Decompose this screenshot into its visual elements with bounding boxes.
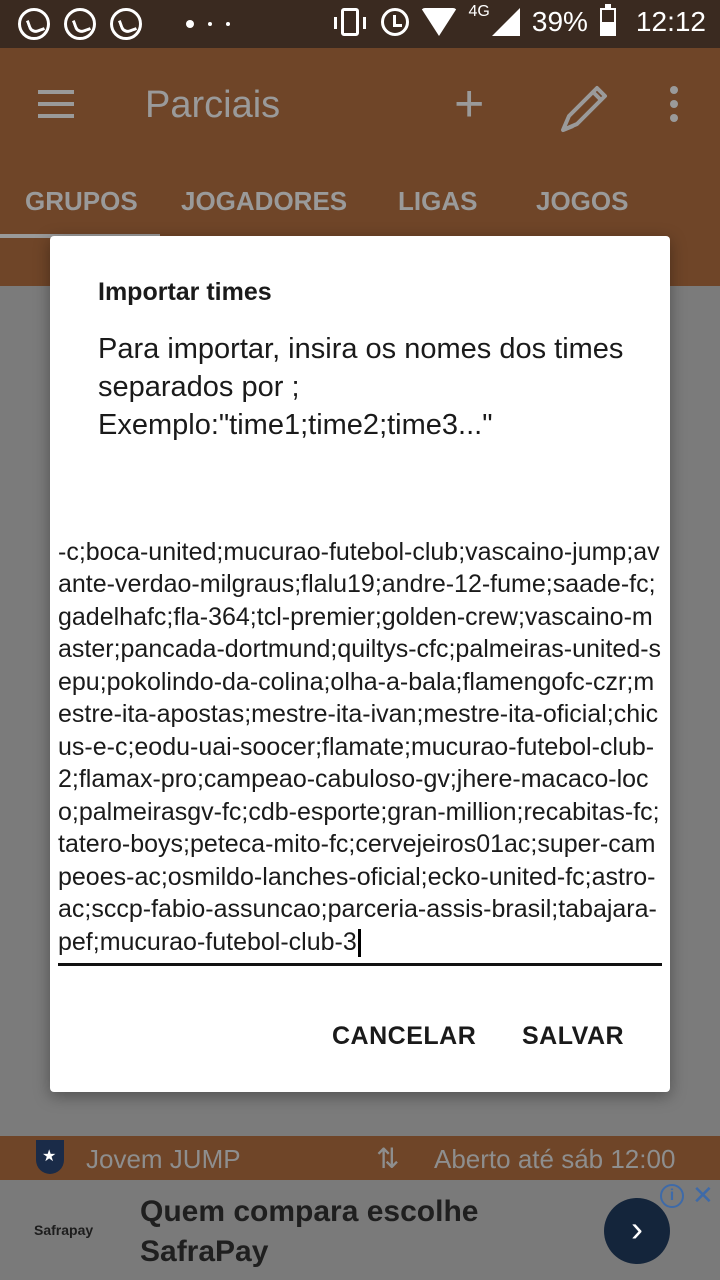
system-icons: 4G 39% 12:12	[333, 3, 706, 38]
clock: 12:12	[635, 6, 706, 37]
tab-ligas[interactable]: LIGAS	[398, 186, 477, 217]
team-shield-icon	[36, 1140, 64, 1174]
group-status: Aberto até sáb 12:00	[434, 1144, 676, 1174]
whatsapp-icon	[110, 8, 142, 40]
notification-icons	[18, 8, 230, 40]
tab-bar: GRUPOS JOGADORES LIGAS JOGOS	[0, 178, 720, 238]
ad-brand-logo: Safrapay	[34, 1222, 94, 1238]
tab-jogadores[interactable]: JOGADORES	[181, 186, 347, 217]
status-bar: 4G 39% 12:12	[0, 0, 720, 48]
dialog-title: Importar times	[98, 278, 272, 306]
dialog-message: Para importar, insira os nomes dos times…	[98, 333, 624, 441]
notification-dot-icon	[226, 22, 230, 26]
signal-icon	[491, 8, 520, 36]
menu-icon[interactable]	[38, 90, 74, 118]
edit-icon[interactable]	[555, 78, 615, 138]
tab-grupos[interactable]: GRUPOS	[25, 186, 138, 217]
cancel-button[interactable]: CANCELAR	[332, 1022, 476, 1051]
ad-arrow-icon[interactable]: ›	[604, 1198, 670, 1264]
vibrate-icon	[333, 8, 366, 36]
input-underline	[58, 963, 662, 966]
more-options-icon[interactable]	[670, 86, 678, 122]
add-button[interactable]: +	[454, 78, 484, 130]
page-title: Parciais	[145, 84, 281, 126]
group-row[interactable]: Jovem JUMP ⇅ Aberto até sáb 12:00	[0, 1136, 720, 1180]
teams-input-value: -c;boca-united;mucurao-futebol-club;vasc…	[58, 537, 662, 957]
swap-icon: ⇅	[376, 1143, 400, 1174]
whatsapp-icon	[64, 8, 96, 40]
notification-dot-icon	[208, 22, 212, 26]
battery-percent: 39%	[531, 6, 588, 37]
ad-banner[interactable]: Safrapay Quem compara escolhe SafraPay ›…	[0, 1180, 720, 1280]
import-teams-dialog: Importar times Para importar, insira os …	[50, 236, 670, 1092]
whatsapp-icon	[18, 8, 50, 40]
app-toolbar: Parciais + GRUPOS JOGADORES LIGAS JOGOS	[0, 48, 720, 240]
alarm-icon	[380, 8, 409, 36]
ad-info-icon[interactable]: i	[660, 1184, 684, 1208]
text-caret	[357, 928, 361, 957]
notification-dot-icon	[186, 20, 194, 28]
battery-icon	[599, 4, 616, 36]
save-button[interactable]: SALVAR	[522, 1022, 624, 1051]
ad-text: Quem compara escolhe SafraPay	[140, 1195, 479, 1268]
teams-input[interactable]: -c;boca-united;mucurao-futebol-club;vasc…	[58, 458, 662, 968]
group-name: Jovem JUMP	[86, 1144, 241, 1174]
network-type: 4G	[468, 3, 490, 20]
ad-close-icon[interactable]: ✕	[692, 1180, 714, 1211]
tab-jogos[interactable]: JOGOS	[536, 186, 628, 217]
wifi-icon	[420, 8, 457, 36]
